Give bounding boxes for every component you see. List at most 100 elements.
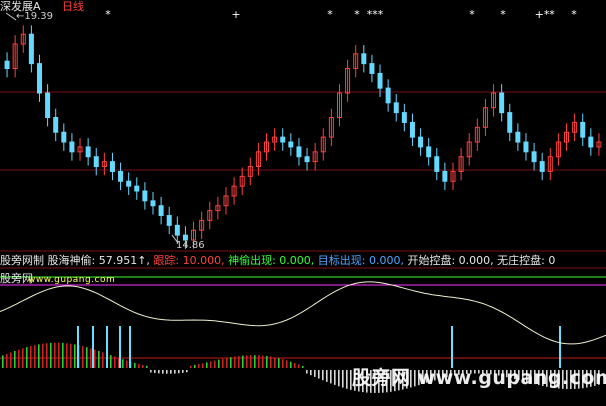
signal-mark: * xyxy=(571,8,577,21)
histogram-bar xyxy=(330,370,332,384)
histogram-bar xyxy=(234,356,236,368)
histogram-bar xyxy=(326,370,328,382)
histogram-bar xyxy=(46,343,48,368)
histogram-bar xyxy=(94,349,96,368)
histogram-bar xyxy=(50,342,52,368)
histogram-bar xyxy=(250,355,252,368)
candle-body xyxy=(401,112,407,123)
histogram-bar xyxy=(262,355,264,368)
histogram-bar xyxy=(154,370,156,374)
candle-body xyxy=(85,146,91,158)
indicator-item: 开始控盘: 0.000, xyxy=(403,254,494,267)
low-price-label: 14.86 xyxy=(176,240,205,252)
candle-body xyxy=(393,102,399,114)
candle-body xyxy=(126,180,132,187)
histogram-bar xyxy=(266,355,268,368)
signal-mark: * xyxy=(549,8,555,21)
histogram-bar xyxy=(122,359,124,368)
candle-body xyxy=(53,117,59,133)
candle-body xyxy=(523,141,529,153)
candle-body xyxy=(288,141,294,148)
histogram-bar xyxy=(138,364,140,368)
candle-body xyxy=(28,33,34,65)
histogram-bar xyxy=(146,365,148,368)
histogram-bar xyxy=(226,358,228,368)
histogram-bar xyxy=(2,355,4,368)
histogram-bar xyxy=(126,360,128,368)
histogram-bar xyxy=(314,370,316,377)
signal-mark: * xyxy=(354,8,360,21)
histogram-bar xyxy=(190,365,192,368)
candle-body xyxy=(36,63,42,94)
candle-body xyxy=(507,112,513,133)
sub-indicator-line xyxy=(0,281,606,345)
histogram-bar xyxy=(14,350,16,368)
histogram-bar xyxy=(178,370,180,374)
candle-body xyxy=(442,170,448,182)
histogram-bar xyxy=(62,342,64,368)
histogram-bar xyxy=(6,353,8,368)
indicator-item: 股海神偷: 57.951↑, xyxy=(47,254,150,267)
low-price-value: 14.86 xyxy=(176,240,205,251)
signal-mark: + xyxy=(231,8,240,21)
histogram-bar xyxy=(58,342,60,368)
histogram-bar xyxy=(114,356,116,368)
signal-mark: *** xyxy=(367,8,384,21)
histogram-bar xyxy=(318,370,320,379)
histogram-bar xyxy=(142,364,144,368)
histogram-bar xyxy=(282,359,284,368)
sub-signal-spikes xyxy=(77,326,561,368)
histogram-bar xyxy=(18,349,20,368)
indicator-name[interactable]: 股旁网制 xyxy=(0,254,44,267)
histogram-bar xyxy=(278,358,280,368)
candle-body xyxy=(109,161,115,172)
histogram-bar xyxy=(222,358,224,368)
indicator-bar: 股旁网制 股海神偷: 57.951↑, 跟踪: 10.000, 神偷出现: 0.… xyxy=(0,255,555,267)
stock-chart[interactable]: * + * * *** * * +* * * xyxy=(0,0,606,406)
candle-body xyxy=(531,151,537,163)
histogram-bar xyxy=(162,370,164,374)
histogram-bar xyxy=(338,370,340,387)
histogram-bar xyxy=(174,370,176,374)
candle-body xyxy=(515,131,521,143)
signal-mark: * xyxy=(327,8,333,21)
histogram-bar xyxy=(238,356,240,368)
histogram-bar xyxy=(214,360,216,368)
candle-body xyxy=(150,200,156,207)
histogram-bar xyxy=(210,361,212,368)
main-panel-grid xyxy=(0,91,606,252)
period-label[interactable]: 日线 xyxy=(62,1,84,13)
candle-body xyxy=(166,215,172,226)
histogram-bar xyxy=(22,348,24,368)
histogram-bar xyxy=(218,359,220,368)
candle-body xyxy=(499,92,505,114)
histogram-bar xyxy=(182,370,184,373)
histogram-bar xyxy=(198,364,200,368)
signal-marks: * + * * *** * * +* * * xyxy=(105,8,577,21)
histogram-bar xyxy=(246,355,248,368)
histogram-bar xyxy=(150,370,152,373)
histogram-bar xyxy=(322,370,324,381)
indicator-values: 股海神偷: 57.951↑, 跟踪: 10.000, 神偷出现: 0.000, … xyxy=(48,254,556,267)
histogram-bar xyxy=(86,347,88,368)
candle-body xyxy=(4,60,10,70)
candle-body xyxy=(174,224,180,236)
indicator-item: 跟踪: 10.000, xyxy=(149,254,225,267)
histogram-bar xyxy=(286,360,288,368)
signal-mark: * xyxy=(500,8,506,21)
histogram-bar xyxy=(158,370,160,374)
histogram-bar xyxy=(10,352,12,368)
candle-body xyxy=(304,156,310,163)
histogram-bar xyxy=(110,355,112,368)
high-price-label: ←19.39 xyxy=(16,11,54,22)
candle-body xyxy=(434,156,440,172)
histogram-bar xyxy=(70,343,72,368)
candle-body xyxy=(45,92,51,119)
indicator-item: 目标出现: 0.000, xyxy=(314,254,404,267)
histogram-bar xyxy=(294,362,296,368)
histogram-bar xyxy=(242,355,244,368)
signal-mark: +* xyxy=(535,8,550,21)
histogram-bar xyxy=(42,343,44,368)
histogram-bar xyxy=(230,357,232,368)
histogram-bar xyxy=(134,363,136,368)
